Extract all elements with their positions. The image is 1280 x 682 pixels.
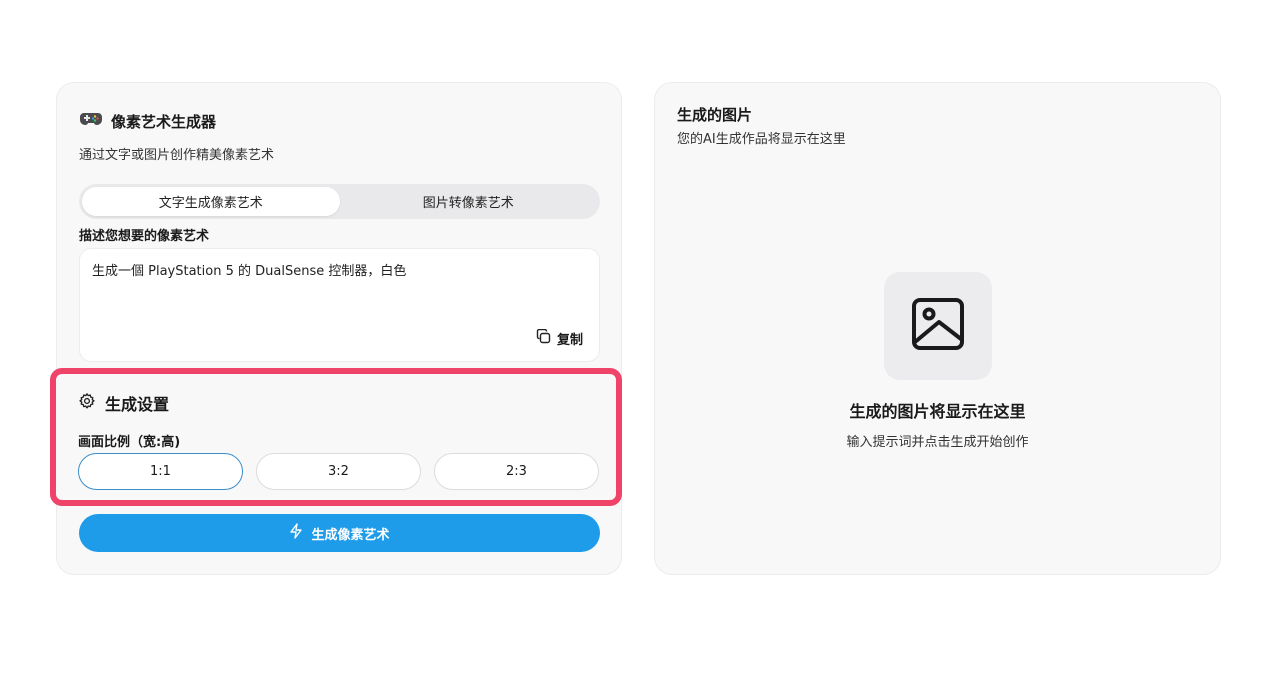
gear-icon <box>78 392 96 414</box>
prompt-textarea[interactable]: 生成一個 PlayStation 5 的 DualSense 控制器，白色 复制 <box>79 248 600 362</box>
aspect-ratio-label: 画面比例（宽:高) <box>78 435 181 450</box>
copy-label: 复制 <box>556 333 583 348</box>
mode-tabs: 文字生成像素艺术 图片转像素艺术 <box>79 184 600 219</box>
lightning-icon <box>289 523 303 543</box>
generate-button[interactable]: 生成像素艺术 <box>79 514 600 552</box>
copy-button[interactable]: 复制 <box>536 328 583 348</box>
image-icon <box>911 297 965 355</box>
settings-title: 生成设置 <box>105 395 170 414</box>
generation-settings: 生成设置 画面比例（宽:高) 1:1 3:2 2:3 <box>50 368 622 506</box>
result-title: 生成的图片 <box>677 106 753 124</box>
empty-state-subtitle: 输入提示词并点击生成开始创作 <box>846 435 1029 450</box>
copy-icon <box>536 328 551 348</box>
aspect-ratio-options: 1:1 3:2 2:3 <box>78 453 599 490</box>
result-subtitle: 您的AI生成作品将显示在这里 <box>677 132 846 147</box>
generator-title: 像素艺术生成器 <box>111 112 217 131</box>
prompt-text: 生成一個 PlayStation 5 的 DualSense 控制器，白色 <box>92 264 407 279</box>
tab-image-to-pixel[interactable]: 图片转像素艺术 <box>340 187 598 216</box>
ratio-option-1-1[interactable]: 1:1 <box>78 453 243 490</box>
generator-subtitle: 通过文字或图片创作精美像素艺术 <box>79 148 275 163</box>
empty-state-title: 生成的图片将显示在这里 <box>849 402 1026 421</box>
prompt-label: 描述您想要的像素艺术 <box>79 229 210 244</box>
gamepad-icon <box>79 109 103 133</box>
result-panel: 生成的图片 您的AI生成作品将显示在这里 生成的图片将显示在这里 输入提示词并点… <box>654 82 1221 575</box>
ratio-option-3-2[interactable]: 3:2 <box>256 453 421 490</box>
generator-header: 像素艺术生成器 <box>79 109 216 133</box>
image-placeholder <box>884 272 992 380</box>
tab-text-to-pixel[interactable]: 文字生成像素艺术 <box>82 187 340 216</box>
settings-header: 生成设置 <box>78 391 169 415</box>
ratio-option-2-3[interactable]: 2:3 <box>434 453 599 490</box>
generate-button-label: 生成像素艺术 <box>311 527 390 543</box>
